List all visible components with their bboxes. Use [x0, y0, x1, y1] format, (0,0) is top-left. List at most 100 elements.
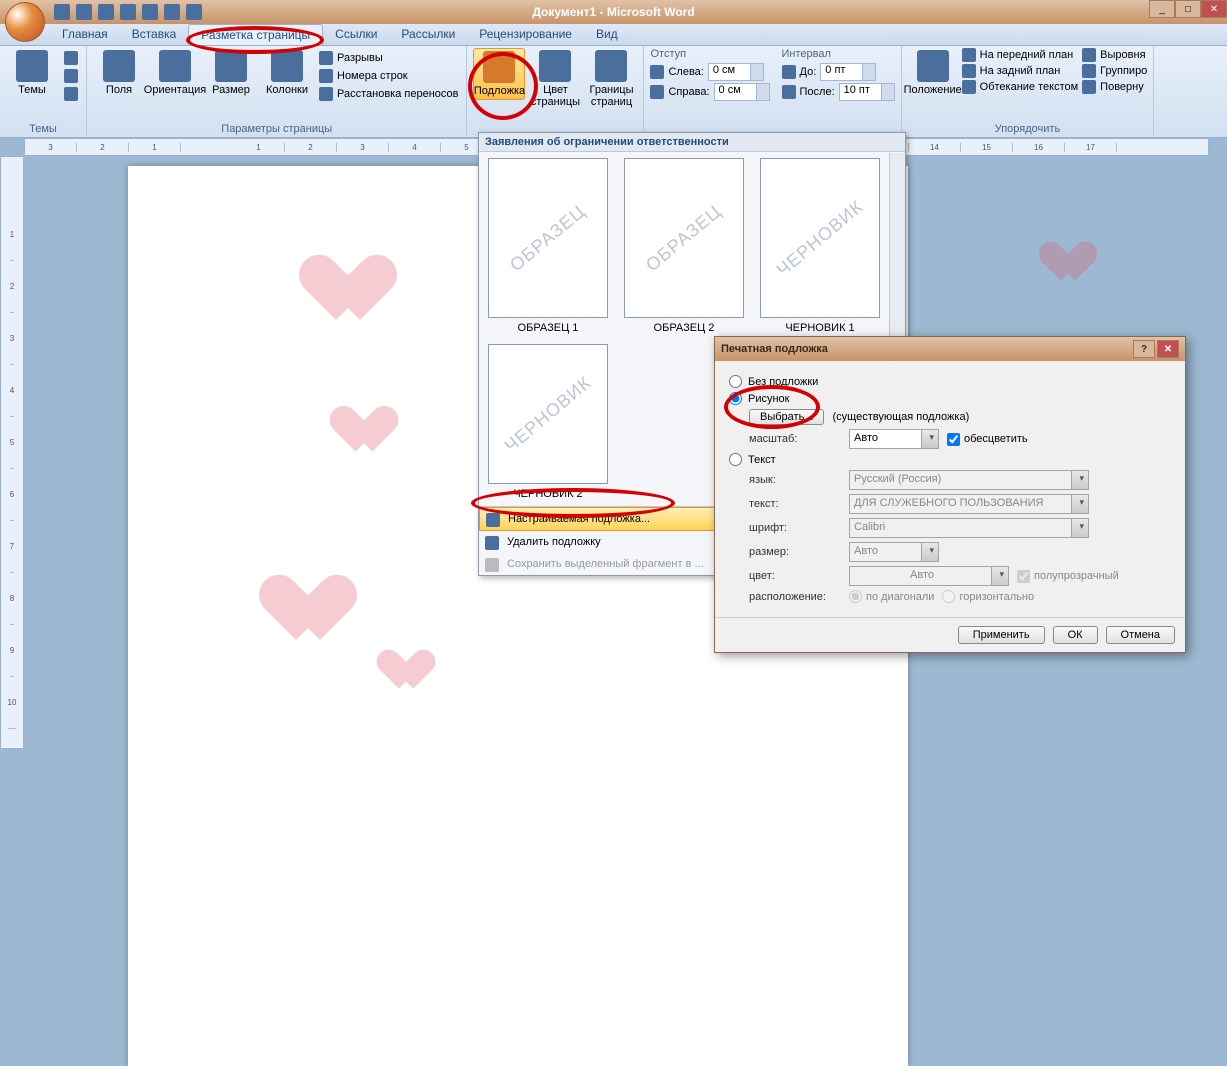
dialog-titlebar[interactable]: Печатная подложка ? ✕ — [715, 337, 1185, 361]
columns-icon — [271, 50, 303, 82]
qat-icon-7[interactable] — [186, 4, 202, 20]
tab-view[interactable]: Вид — [584, 24, 630, 45]
page-borders-button[interactable]: Границы страниц — [585, 48, 637, 110]
heart-decoration — [350, 407, 406, 457]
group-button[interactable]: Группиро — [1082, 64, 1147, 78]
window-title: Документ1 - Microsoft Word — [532, 5, 694, 19]
help-button[interactable]: ? — [1133, 340, 1155, 358]
watermark-preset[interactable]: ОБРАЗЕЦОБРАЗЕЦ 1 — [485, 158, 611, 334]
theme-fonts-button[interactable] — [62, 68, 80, 84]
watermark-button[interactable]: Подложка — [473, 48, 525, 100]
group-icon — [1082, 64, 1096, 78]
tab-review[interactable]: Рецензирование — [467, 24, 584, 45]
hyphenation-button[interactable]: Расстановка переносов — [317, 86, 460, 102]
ribbon-tabs: Главная Вставка Разметка страницы Ссылки… — [0, 24, 1227, 46]
page-color-button[interactable]: Цвет страницы — [529, 48, 581, 110]
page-color-icon — [539, 50, 571, 82]
ok-button[interactable]: ОК — [1053, 626, 1098, 644]
align-button[interactable]: Выровня — [1082, 48, 1147, 62]
quick-access-toolbar — [54, 4, 202, 20]
align-icon — [1082, 48, 1096, 62]
text-wrap-icon — [962, 80, 976, 94]
tab-mailings[interactable]: Рассылки — [389, 24, 467, 45]
group-page-setup-label: Параметры страницы — [93, 121, 460, 137]
ribbon: Темы Темы Поля Ориентация Размер Колонки… — [0, 46, 1227, 138]
send-back-button[interactable]: На задний план — [962, 64, 1079, 78]
size-icon — [215, 50, 247, 82]
heart-decoration — [394, 650, 442, 693]
spacing-after-input[interactable]: 10 пт — [839, 83, 895, 101]
office-button[interactable] — [5, 2, 45, 42]
spacing-before-input[interactable]: 0 пт — [820, 63, 876, 81]
size-combo: Авто — [849, 542, 939, 562]
themes-icon — [16, 50, 48, 82]
text-wrap-button[interactable]: Обтекание текстом — [962, 80, 1079, 94]
watermark-icon — [483, 51, 515, 83]
indent-left-input[interactable]: 0 см — [708, 63, 764, 81]
rotate-button[interactable]: Поверну — [1082, 80, 1147, 94]
line-numbers-button[interactable]: Номера строк — [317, 68, 460, 84]
indent-header: Отступ — [650, 48, 769, 60]
dialog-close-button[interactable]: ✕ — [1157, 340, 1179, 358]
margins-icon — [103, 50, 135, 82]
diagonal-radio: по диагонали — [849, 590, 934, 603]
columns-button[interactable]: Колонки — [261, 48, 313, 98]
margins-button[interactable]: Поля — [93, 48, 145, 98]
minimize-button[interactable]: _ — [1149, 0, 1175, 18]
effects-icon — [64, 87, 78, 101]
orientation-button[interactable]: Ориентация — [149, 48, 201, 98]
title-bar: Документ1 - Microsoft Word _ □ ✕ — [0, 0, 1227, 24]
indent-left-icon — [650, 65, 664, 79]
watermark-preset[interactable]: ОБРАЗЕЦОБРАЗЕЦ 2 — [621, 158, 747, 334]
indent-right-input[interactable]: 0 см — [714, 83, 770, 101]
spacing-after-icon — [782, 85, 796, 99]
qat-icon-6[interactable] — [164, 4, 180, 20]
indent-right-icon — [650, 85, 664, 99]
picture-watermark-radio[interactable]: Рисунок — [729, 392, 1171, 405]
text-watermark-radio[interactable]: Текст — [729, 453, 1171, 466]
borders-icon — [595, 50, 627, 82]
heart-decoration — [1056, 242, 1104, 285]
apply-button[interactable]: Применить — [958, 626, 1045, 644]
cancel-button[interactable]: Отмена — [1106, 626, 1175, 644]
undo-icon[interactable] — [76, 4, 92, 20]
color-combo: Авто — [849, 566, 1009, 586]
rotate-icon — [1082, 80, 1096, 94]
watermark-preset[interactable]: ЧЕРНОВИКЧЕРНОВИК 1 — [757, 158, 883, 334]
no-watermark-radio[interactable]: Без подложки — [729, 375, 1171, 388]
spacing-header: Интервал — [782, 48, 895, 60]
heart-decoration — [288, 576, 368, 648]
orientation-icon — [159, 50, 191, 82]
tab-page-layout[interactable]: Разметка страницы — [188, 24, 323, 45]
horizontal-radio: горизонтально — [942, 590, 1034, 603]
print-icon[interactable] — [120, 4, 136, 20]
save-icon[interactable] — [54, 4, 70, 20]
bring-front-button[interactable]: На передний план — [962, 48, 1079, 62]
tab-insert[interactable]: Вставка — [120, 24, 189, 45]
preview-icon[interactable] — [142, 4, 158, 20]
printed-watermark-dialog: Печатная подложка ? ✕ Без подложки Рисун… — [714, 336, 1186, 653]
bring-front-icon — [962, 48, 976, 62]
position-button[interactable]: Положение — [908, 48, 958, 98]
watermark-preset[interactable]: ЧЕРНОВИКЧЕРНОВИК 2 — [485, 344, 611, 500]
theme-colors-button[interactable] — [62, 50, 80, 66]
maximize-button[interactable]: □ — [1175, 0, 1201, 18]
theme-effects-button[interactable] — [62, 86, 80, 102]
heart-decoration — [328, 256, 408, 328]
scale-combo[interactable]: Авто — [849, 429, 939, 449]
hyphenation-icon — [319, 87, 333, 101]
themes-button[interactable]: Темы — [6, 48, 58, 98]
washout-checkbox[interactable]: обесцветить — [947, 433, 1028, 446]
spacing-before-icon — [782, 65, 796, 79]
close-button[interactable]: ✕ — [1201, 0, 1227, 18]
tab-home[interactable]: Главная — [50, 24, 120, 45]
size-button[interactable]: Размер — [205, 48, 257, 98]
group-arrange-label: Упорядочить — [908, 121, 1148, 137]
breaks-button[interactable]: Разрывы — [317, 50, 460, 66]
redo-icon[interactable] — [98, 4, 114, 20]
vertical-ruler[interactable]: 12345678910 — [0, 156, 24, 749]
save-icon — [485, 558, 499, 572]
tab-references[interactable]: Ссылки — [323, 24, 389, 45]
semitransparent-checkbox: полупрозрачный — [1017, 570, 1119, 583]
select-picture-button[interactable]: Выбрать... — [749, 409, 824, 425]
